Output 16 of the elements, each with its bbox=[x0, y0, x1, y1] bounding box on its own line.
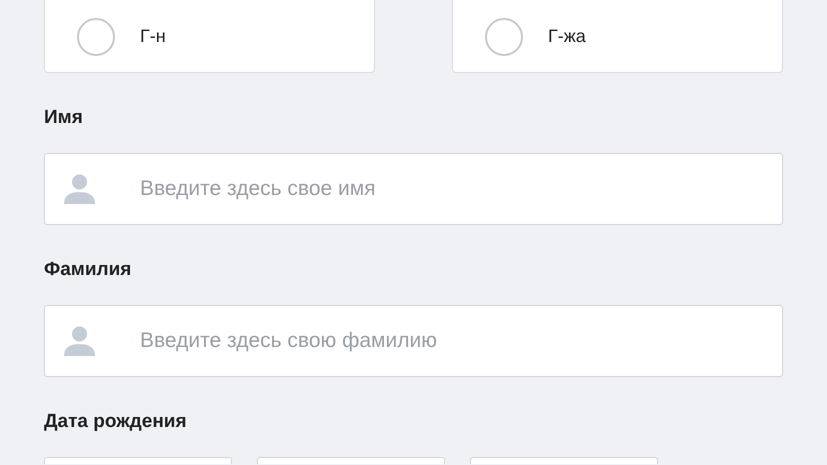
radio-button[interactable] bbox=[485, 18, 523, 56]
text-input-field[interactable]: Введите здесь свою фамилию bbox=[44, 305, 783, 377]
radio-label: Г-н bbox=[140, 25, 166, 48]
date-select-field[interactable] bbox=[44, 457, 232, 464]
field-label: Фамилия bbox=[44, 258, 132, 282]
radio-label: Г-жа bbox=[548, 25, 586, 48]
date-select-field[interactable] bbox=[470, 457, 658, 464]
field-label: Дата рождения bbox=[44, 410, 187, 434]
person-icon bbox=[64, 326, 95, 356]
text-input-field[interactable]: Введите здесь свое имя bbox=[44, 153, 783, 225]
radio-button[interactable] bbox=[77, 18, 115, 56]
person-icon bbox=[64, 174, 95, 204]
date-select-field[interactable] bbox=[257, 457, 445, 464]
field-label: Имя bbox=[44, 106, 83, 130]
radio-option[interactable]: Г-жа bbox=[452, 0, 783, 73]
radio-option[interactable]: Г-н bbox=[44, 0, 375, 73]
